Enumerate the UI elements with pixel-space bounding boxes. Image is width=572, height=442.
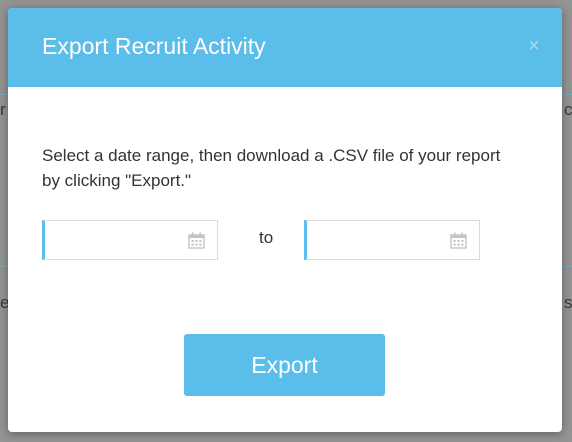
close-button[interactable]: × [522, 34, 546, 58]
modal-header: Export Recruit Activity × [8, 8, 562, 87]
calendar-icon[interactable] [450, 232, 467, 249]
start-date-input[interactable] [45, 221, 185, 259]
calendar-icon[interactable] [188, 232, 205, 249]
export-modal: Export Recruit Activity × Select a date … [8, 8, 562, 432]
modal-body: Select a date range, then download a .CS… [8, 87, 562, 432]
modal-title: Export Recruit Activity [42, 33, 266, 59]
start-date-field[interactable] [42, 220, 218, 260]
background-text-fragment: c [564, 100, 572, 119]
background-text-fragment: r [0, 100, 6, 119]
instructions-text: Select a date range, then download a .CS… [42, 146, 501, 190]
end-date-input[interactable] [307, 221, 447, 259]
close-icon: × [528, 35, 540, 57]
end-date-field[interactable] [304, 220, 480, 260]
background-text-fragment: s [564, 293, 572, 312]
export-button[interactable]: Export [184, 334, 385, 396]
to-label: to [259, 228, 274, 247]
